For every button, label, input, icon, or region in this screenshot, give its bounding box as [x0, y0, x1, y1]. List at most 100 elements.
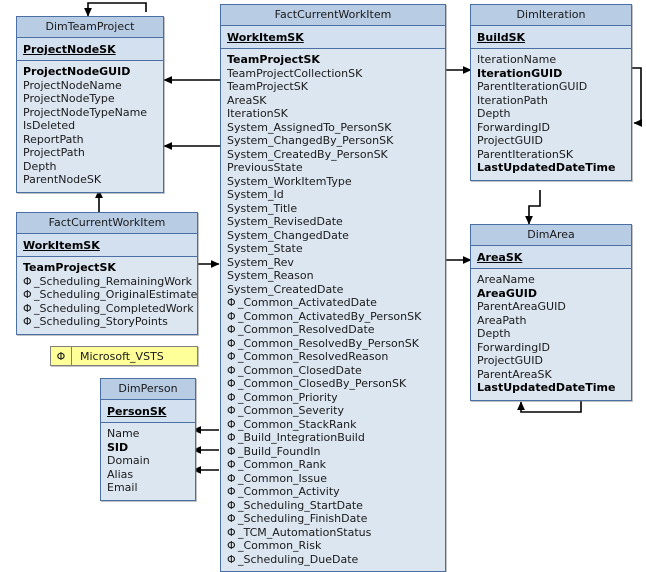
entity-field: System_Reason: [227, 269, 439, 283]
phi-icon: Φ: [227, 498, 236, 512]
phi-icon: Φ: [227, 350, 236, 363]
entity-field: IsDeleted: [23, 119, 157, 133]
entity-field: Φ _Scheduling_FinishDate: [227, 512, 439, 526]
phi-icon: Φ: [227, 444, 236, 458]
entity-field: Φ _Build_FoundIn: [227, 445, 439, 459]
entity-field: System_RevisedDate: [227, 215, 439, 229]
entity-field: IterationGUID: [477, 67, 625, 81]
entity-field-label: AreaName: [477, 273, 535, 286]
entity-field-label: _Build_FoundIn: [238, 444, 321, 458]
phi-icon: Φ: [227, 363, 236, 377]
phi-icon: Φ: [227, 309, 236, 323]
entity-field: System_CreatedBy_PersonSK: [227, 148, 439, 162]
entity-field-label: _Build_IntegrationBuild: [238, 431, 365, 444]
entity-dimperson[interactable]: DimPerson PersonSK Name SID Domain Alias Ema…: [100, 378, 196, 501]
diagram-canvas: DimTeamProject ProjectNodeSK ProjectNode…: [0, 0, 646, 572]
entity-factcurrentworkitem-main[interactable]: FactCurrentWorkItem WorkItemSK TeamProje…: [220, 4, 446, 572]
entity-field: AreaGUID: [477, 287, 625, 301]
phi-icon: Φ: [227, 512, 236, 525]
phi-icon: Φ: [227, 431, 236, 444]
entity-field-label: System_Reason: [227, 269, 314, 282]
entity-field: Φ _Common_Risk: [227, 539, 439, 553]
entity-field-label: _Common_Severity: [238, 404, 344, 417]
entity-field: Depth: [23, 160, 157, 174]
entity-title: FactCurrentWorkItem: [17, 213, 197, 234]
connector-dimiteration-self: [632, 67, 642, 127]
entity-field-label: _Scheduling_StoryPoints: [34, 315, 168, 328]
entity-field: Domain: [107, 454, 189, 468]
entity-field: Φ _Common_ActivatedDate: [227, 296, 439, 310]
entity-field: TeamProjectCollectionSK: [227, 67, 439, 81]
entity-field: Alias: [107, 468, 189, 482]
entity-field: Email: [107, 481, 189, 495]
entity-field: Φ _Scheduling_RemainingWork: [23, 275, 192, 289]
entity-field-label: IterationGUID: [477, 66, 563, 80]
phi-icon: Φ: [227, 471, 236, 485]
entity-field-label: TeamProjectSK: [227, 80, 308, 93]
primary-key-field: WorkItemSK: [227, 31, 304, 44]
entity-field: Depth: [477, 327, 625, 341]
entity-field-label: _Common_Rank: [238, 458, 327, 471]
entity-field: LastUpdatedDateTime: [477, 161, 625, 175]
entity-field-label: _Common_ClosedDate: [238, 363, 362, 377]
entity-field-label: _Common_ActivatedBy_PersonSK: [238, 309, 422, 323]
entity-field-label: _Common_Priority: [238, 390, 338, 404]
entity-field-label: ProjectPath: [23, 146, 85, 159]
entity-field: ProjectNodeType: [23, 92, 157, 106]
entity-field: Φ _Scheduling_DueDate: [227, 553, 439, 567]
entity-field-label: System_WorkItemType: [227, 174, 352, 188]
legend-microsoft-vsts: Φ Microsoft_VSTS: [50, 346, 198, 366]
phi-icon: Φ: [23, 288, 32, 301]
entity-field-label: TeamProjectSK: [23, 261, 116, 274]
entity-field-label: Depth: [477, 327, 511, 340]
entity-field: SID: [107, 441, 189, 455]
entity-title: FactCurrentWorkItem: [221, 5, 445, 26]
entity-factcurrentworkitem-left[interactable]: FactCurrentWorkItem WorkItemSK TeamProje…: [16, 212, 198, 335]
entity-field-label: _Common_ClosedBy_PersonSK: [238, 377, 407, 390]
phi-icon: Φ: [227, 390, 236, 404]
entity-field-label: _Scheduling_CompletedWork: [34, 301, 194, 315]
entity-field-label: AreaGUID: [477, 286, 538, 300]
entity-field-label: System_State: [227, 242, 303, 255]
entity-field: Φ _TCM_AutomationStatus: [227, 526, 439, 540]
entity-field: TeamProjectSK: [227, 80, 439, 94]
entity-field: Φ _Common_ActivatedBy_PersonSK: [227, 310, 439, 324]
phi-icon: Φ: [227, 458, 236, 471]
entity-field: PreviousState: [227, 161, 439, 175]
entity-dimteamproject[interactable]: DimTeamProject ProjectNodeSK ProjectNode…: [16, 16, 164, 193]
entity-field-label: _Scheduling_FinishDate: [238, 512, 368, 525]
entity-field: ParentAreaSK: [477, 368, 625, 382]
entity-field: AreaPath: [477, 314, 625, 328]
entity-field-label: _Common_Issue: [238, 471, 327, 485]
entity-field-label: System_Rev: [227, 255, 294, 269]
entity-field-label: System_ChangedBy_PersonSK: [227, 134, 394, 147]
entity-field-label: ParentIterationSK: [477, 147, 574, 161]
entity-field: ParentIterationGUID: [477, 80, 625, 94]
entity-field-label: System_CreatedBy_PersonSK: [227, 147, 388, 161]
entity-field-label: IterationPath: [477, 93, 548, 107]
primary-key-field: WorkItemSK: [23, 239, 100, 252]
entity-field-label: _Common_ResolvedDate: [238, 323, 375, 336]
entity-field: System_Id: [227, 188, 439, 202]
entity-field-label: ParentNodeSK: [23, 173, 102, 186]
phi-icon: Φ: [227, 336, 236, 350]
entity-field-label: Name: [107, 427, 140, 440]
entity-fields: TeamProjectSK TeamProjectCollectionSK Team…: [221, 49, 445, 571]
entity-dimiteration[interactable]: DimIteration BuildSK IterationName Iterat…: [470, 4, 632, 181]
entity-field: ProjectGUID: [477, 354, 625, 368]
phi-icon: Φ: [227, 539, 236, 552]
entity-field-label: ProjectNodeTypeName: [23, 105, 148, 119]
entity-field: System_Rev: [227, 256, 439, 270]
entity-field: Φ _Scheduling_StartDate: [227, 499, 439, 513]
entity-field: LastUpdatedDateTime: [477, 381, 625, 395]
phi-icon: Φ: [23, 315, 32, 328]
entity-title: DimIteration: [471, 5, 631, 26]
entity-field: Φ _Common_Rank: [227, 458, 439, 472]
primary-key-field: AreaSK: [477, 251, 523, 264]
entity-field-label: _Common_ResolvedReason: [238, 350, 389, 363]
entity-field-label: _Common_Activity: [238, 485, 340, 498]
entity-dimarea[interactable]: DimArea AreaSK AreaName AreaGUID ParentAre…: [470, 224, 632, 401]
entity-field: ParentAreaGUID: [477, 300, 625, 314]
phi-icon: Φ: [227, 323, 236, 336]
entity-field: System_AssignedTo_PersonSK: [227, 121, 439, 135]
